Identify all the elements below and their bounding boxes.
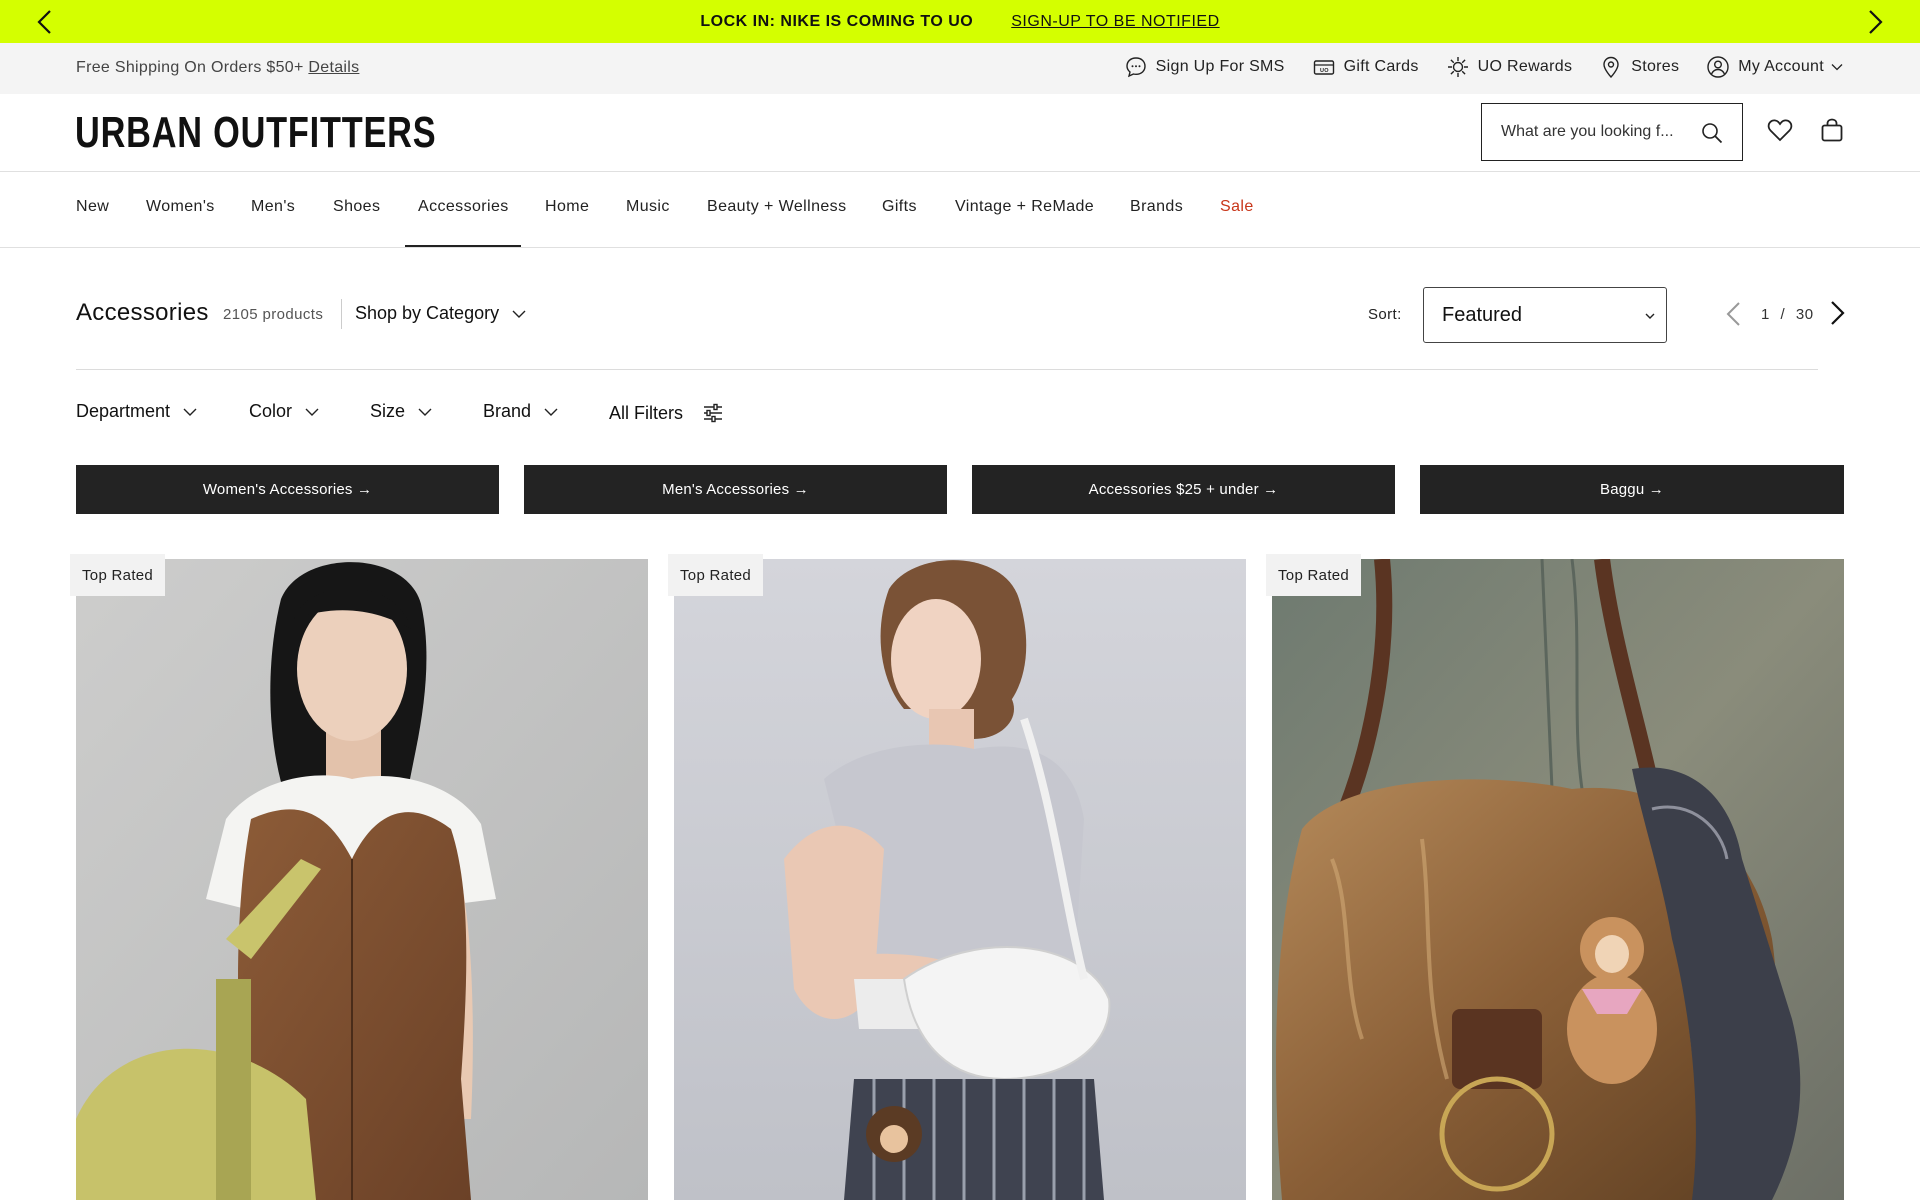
filter-department[interactable]: Department (76, 401, 198, 422)
stores-label: Stores (1631, 58, 1680, 75)
site-header: URBAN OUTFITTERS (0, 94, 1920, 172)
sort-label: Sort: (1368, 306, 1402, 323)
user-circle-icon (1707, 56, 1729, 78)
my-account-label: My Account (1738, 58, 1824, 75)
shipping-text: Free Shipping On Orders $50+ (76, 59, 304, 76)
pagination-status: 1 / 30 (1761, 306, 1814, 323)
sort-value: Featured (1442, 303, 1523, 326)
nav-item-sale[interactable]: Sale (1220, 198, 1254, 216)
nav-item-home[interactable]: Home (545, 198, 589, 216)
divider (76, 369, 1818, 370)
shop-by-category-dropdown[interactable]: Shop by Category (355, 303, 527, 324)
nav-item-brands[interactable]: Brands (1130, 198, 1183, 216)
search-icon[interactable] (1700, 121, 1724, 145)
filter-label: Color (249, 401, 293, 421)
nav-item-vintage-remade[interactable]: Vintage + ReMade (955, 198, 1094, 216)
nav-item-mens[interactable]: Men's (251, 198, 295, 216)
search-input[interactable] (1501, 123, 1691, 141)
pagination-prev-icon[interactable] (1722, 300, 1746, 328)
filter-label: All Filters (609, 402, 684, 423)
page-current: 1 (1761, 306, 1770, 323)
category-pill-under-25[interactable]: Accessories $25 + under → (972, 465, 1395, 514)
top-rated-badge: Top Rated (668, 554, 764, 596)
nav-active-indicator (405, 245, 521, 247)
sort-select[interactable]: Featured (1423, 287, 1667, 343)
site-logo[interactable]: URBAN OUTFITTERS (75, 108, 436, 158)
filter-size[interactable]: Size (370, 401, 433, 422)
chevron-down-icon (544, 408, 558, 416)
category-pill-mens-accessories[interactable]: Men's Accessories → (524, 465, 947, 514)
product-image[interactable] (674, 559, 1246, 1200)
uo-rewards-link[interactable]: UO Rewards (1446, 55, 1573, 79)
wishlist-heart-icon[interactable] (1766, 116, 1794, 144)
promo-signup-link[interactable]: SIGN-UP TO BE NOTIFIED (1011, 13, 1219, 31)
search-box[interactable] (1481, 103, 1743, 161)
chevron-down-icon (418, 408, 432, 416)
main-nav: New Women's Men's Shoes Accessories Home… (0, 172, 1920, 248)
gift-cards-label: Gift Cards (1343, 58, 1419, 75)
chevron-down-icon (183, 408, 197, 416)
shipping-notice: Free Shipping On Orders $50+ Details (76, 59, 359, 77)
nav-item-new[interactable]: New (76, 198, 109, 216)
chat-bubble-icon (1125, 57, 1146, 78)
sliders-icon (704, 403, 723, 423)
top-rated-badge: Top Rated (70, 554, 166, 596)
page-title: Accessories (76, 299, 209, 326)
nav-item-womens[interactable]: Women's (146, 198, 215, 216)
chevron-down-icon (1645, 313, 1655, 319)
gift-card-icon: UO (1313, 60, 1334, 75)
filter-brand[interactable]: Brand (483, 401, 559, 422)
product-card[interactable] (674, 559, 1246, 1200)
my-account-menu[interactable]: My Account (1706, 55, 1844, 79)
gift-cards-link[interactable]: UO Gift Cards (1312, 55, 1419, 79)
pagination-next-icon[interactable] (1825, 299, 1849, 327)
product-image[interactable] (76, 559, 648, 1200)
nav-item-gifts[interactable]: Gifts (882, 198, 917, 216)
page-separator: / (1780, 306, 1786, 323)
nav-item-beauty-wellness[interactable]: Beauty + Wellness (707, 198, 846, 216)
all-filters-button[interactable]: All Filters (609, 401, 725, 425)
promo-banner: LOCK IN: NIKE IS COMING TO UO SIGN-UP TO… (0, 0, 1920, 43)
chevron-down-icon (305, 408, 319, 416)
stores-link[interactable]: Stores (1599, 55, 1679, 79)
sms-label: Sign Up For SMS (1155, 58, 1285, 75)
chevron-down-icon (1831, 64, 1843, 71)
chevron-right-icon[interactable] (1860, 8, 1888, 36)
page-total: 30 (1795, 306, 1814, 323)
utility-links: Sign Up For SMS UO Gift Cards UO Rewards… (1097, 55, 1844, 79)
divider (341, 299, 342, 329)
nav-item-shoes[interactable]: Shoes (333, 198, 380, 216)
svg-text:UO: UO (1320, 68, 1329, 74)
product-count: 2105 products (223, 306, 324, 323)
shipping-details-link[interactable]: Details (308, 59, 359, 76)
uo-rewards-label: UO Rewards (1477, 58, 1573, 75)
category-pill-baggu[interactable]: Baggu → (1420, 465, 1844, 514)
category-pill-womens-accessories[interactable]: Women's Accessories → (76, 465, 499, 514)
product-card[interactable] (1272, 559, 1844, 1200)
product-card[interactable] (76, 559, 648, 1200)
nav-item-accessories[interactable]: Accessories (418, 198, 509, 216)
top-rated-badge: Top Rated (1266, 554, 1362, 596)
shopping-bag-icon[interactable] (1818, 116, 1846, 144)
nav-item-music[interactable]: Music (626, 198, 670, 216)
rewards-sun-icon (1447, 57, 1468, 77)
filter-label: Brand (483, 401, 532, 421)
product-image[interactable] (1272, 559, 1844, 1200)
promo-text: LOCK IN: NIKE IS COMING TO UO (700, 12, 974, 30)
utility-bar: Free Shipping On Orders $50+ Details Sig… (0, 43, 1920, 94)
filter-label: Department (76, 401, 171, 421)
sms-signup-link[interactable]: Sign Up For SMS (1124, 55, 1285, 79)
filter-label: Size (370, 401, 406, 421)
chevron-left-icon[interactable] (32, 8, 60, 36)
location-pin-icon (1603, 56, 1619, 79)
filter-color[interactable]: Color (249, 401, 320, 422)
chevron-down-icon (512, 310, 526, 318)
shop-by-category-label: Shop by Category (355, 303, 500, 323)
